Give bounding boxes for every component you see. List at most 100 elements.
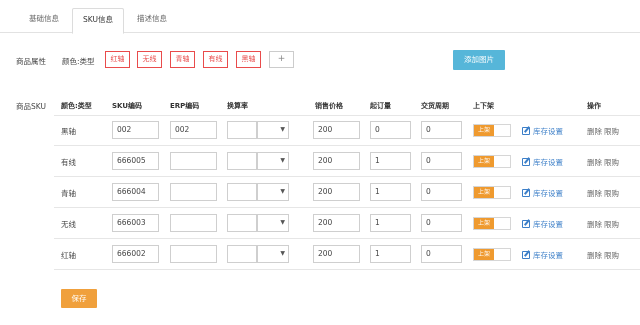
attribute-tag[interactable]: 青轴	[170, 51, 195, 68]
ratio-select[interactable]: ▼	[257, 214, 289, 232]
sku-code-input[interactable]: 666002	[112, 245, 159, 263]
delete-link[interactable]: 删除	[587, 157, 602, 168]
ratio-unit-select[interactable]	[227, 183, 257, 201]
stock-settings-link[interactable]: 库存设置	[522, 250, 563, 261]
stock-settings-link[interactable]: 库存设置	[522, 219, 563, 230]
price-input[interactable]: 200	[313, 214, 360, 232]
price-input[interactable]: 200	[313, 121, 360, 139]
moq-input[interactable]: 1	[370, 152, 411, 170]
price-input[interactable]: 200	[313, 183, 360, 201]
row-color: 无线	[61, 220, 76, 229]
chevron-down-icon: ▼	[280, 126, 285, 133]
shelf-toggle[interactable]: 上架	[473, 155, 511, 168]
header-erp-code: ERP编码	[170, 102, 200, 110]
tab-bar: 基础信息 SKU信息 描述信息	[0, 0, 640, 34]
ratio-select[interactable]: ▼	[257, 245, 289, 263]
chevron-down-icon: ▼	[280, 250, 285, 257]
header-ratio: 换算率	[227, 102, 248, 110]
shelf-toggle[interactable]: 上架	[473, 248, 511, 261]
shelf-toggle-label: 上架	[474, 249, 494, 260]
sku-code-input[interactable]: 666005	[112, 152, 159, 170]
stock-settings-link[interactable]: 库存设置	[522, 188, 563, 199]
limit-link[interactable]: 限购	[604, 188, 619, 199]
stock-settings-link[interactable]: 库存设置	[522, 157, 563, 168]
chevron-down-icon: ▼	[280, 188, 285, 195]
row-color: 有线	[61, 158, 76, 167]
attribute-tag[interactable]: 黑轴	[236, 51, 261, 68]
limit-link[interactable]: 限购	[604, 126, 619, 137]
table-divider	[54, 145, 640, 146]
ratio-unit-select[interactable]	[227, 214, 257, 232]
delete-link[interactable]: 删除	[587, 219, 602, 230]
attribute-tag[interactable]: 红轴	[105, 51, 130, 68]
delivery-input[interactable]: 0	[421, 121, 462, 139]
erp-code-input[interactable]	[170, 152, 217, 170]
shelf-toggle-label: 上架	[474, 156, 494, 167]
stock-settings-label: 库存设置	[533, 127, 563, 136]
erp-code-input[interactable]: 002	[170, 121, 217, 139]
shelf-toggle-label: 上架	[474, 187, 494, 198]
limit-link[interactable]: 限购	[604, 157, 619, 168]
limit-link[interactable]: 限购	[604, 219, 619, 230]
edit-icon	[522, 189, 530, 197]
edit-icon	[522, 251, 530, 259]
tab-sku-info[interactable]: SKU信息	[72, 8, 124, 34]
edit-icon	[522, 220, 530, 228]
price-input[interactable]: 200	[313, 152, 360, 170]
sku-code-input[interactable]: 666003	[112, 214, 159, 232]
chevron-down-icon: ▼	[280, 157, 285, 164]
tab-description-info[interactable]: 描述信息	[128, 8, 176, 34]
erp-code-input[interactable]	[170, 214, 217, 232]
shelf-toggle-label: 上架	[474, 125, 494, 136]
header-ops: 操作	[587, 102, 601, 110]
header-delivery: 交货周期	[421, 102, 449, 110]
stock-settings-label: 库存设置	[533, 220, 563, 229]
header-color: 颜色:类型	[61, 102, 92, 110]
stock-settings-link[interactable]: 库存设置	[522, 126, 563, 137]
row-color: 红轴	[61, 251, 76, 260]
attribute-tag[interactable]: 有线	[203, 51, 228, 68]
stock-settings-label: 库存设置	[533, 189, 563, 198]
moq-input[interactable]: 1	[370, 245, 411, 263]
delete-link[interactable]: 删除	[587, 126, 602, 137]
delivery-input[interactable]: 0	[421, 245, 462, 263]
delete-link[interactable]: 删除	[587, 188, 602, 199]
sku-code-input[interactable]: 002	[112, 121, 159, 139]
header-price: 销售价格	[315, 102, 343, 110]
ratio-select[interactable]: ▼	[257, 152, 289, 170]
row-color: 黑轴	[61, 127, 76, 136]
edit-icon	[522, 127, 530, 135]
ratio-unit-select[interactable]	[227, 121, 257, 139]
delivery-input[interactable]: 0	[421, 183, 462, 201]
add-image-button[interactable]: 添加图片	[453, 50, 505, 70]
moq-input[interactable]: 0	[370, 121, 411, 139]
ratio-select[interactable]: ▼	[257, 183, 289, 201]
table-divider	[54, 238, 640, 239]
delete-link[interactable]: 删除	[587, 250, 602, 261]
row-color: 青轴	[61, 189, 76, 198]
shelf-toggle[interactable]: 上架	[473, 217, 511, 230]
shelf-toggle[interactable]: 上架	[473, 186, 511, 199]
ratio-unit-select[interactable]	[227, 245, 257, 263]
sku-code-input[interactable]: 666004	[112, 183, 159, 201]
price-input[interactable]: 200	[313, 245, 360, 263]
table-divider	[54, 115, 640, 116]
erp-code-input[interactable]	[170, 183, 217, 201]
tab-basic-info[interactable]: 基础信息	[20, 8, 68, 34]
shelf-toggle[interactable]: 上架	[473, 124, 511, 137]
delivery-input[interactable]: 0	[421, 214, 462, 232]
limit-link[interactable]: 限购	[604, 250, 619, 261]
add-tag-button[interactable]: +	[269, 51, 294, 68]
moq-input[interactable]: 1	[370, 183, 411, 201]
delivery-input[interactable]: 0	[421, 152, 462, 170]
attribute-tag[interactable]: 无线	[137, 51, 162, 68]
color-type-label: 颜色:类型	[62, 57, 95, 66]
header-moq: 起订量	[370, 102, 391, 110]
sku-section-label: 商品SKU	[16, 102, 46, 111]
ratio-select[interactable]: ▼	[257, 121, 289, 139]
moq-input[interactable]: 1	[370, 214, 411, 232]
erp-code-input[interactable]	[170, 245, 217, 263]
ratio-unit-select[interactable]	[227, 152, 257, 170]
chevron-down-icon: ▼	[280, 219, 285, 226]
save-button[interactable]: 保存	[61, 289, 97, 308]
